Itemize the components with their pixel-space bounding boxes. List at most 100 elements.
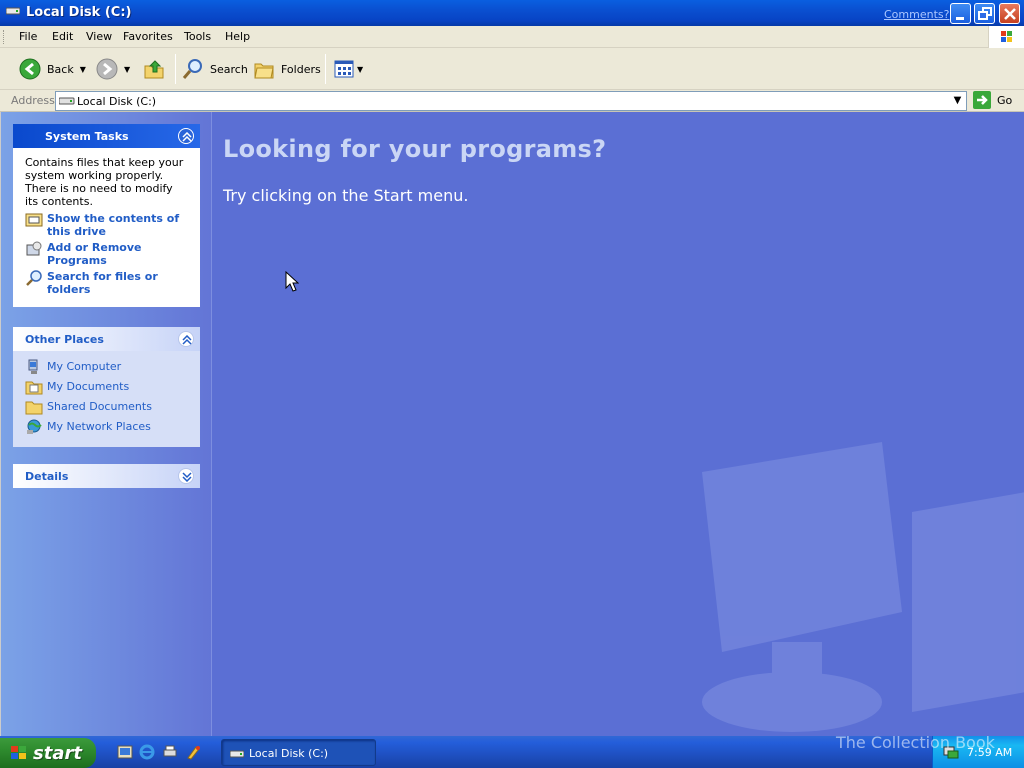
address-label: Address [11, 94, 55, 107]
page-subheading: Try clicking on the Start menu. [223, 186, 469, 205]
address-input[interactable]: Local Disk (C:) ▼ [55, 91, 967, 111]
system-tasks-title: System Tasks [45, 130, 129, 143]
folders-icon [254, 63, 274, 79]
minimize-button[interactable] [950, 3, 971, 24]
my-network-places-icon [27, 419, 42, 434]
folders-button[interactable]: Folders [253, 56, 321, 82]
menu-bar: File Edit View Favorites Tools Help [0, 26, 1024, 48]
address-value: Local Disk (C:) [77, 95, 157, 108]
restore-button[interactable] [974, 3, 995, 24]
task-pane: System Tasks Contains files that keep yo… [1, 112, 211, 736]
back-dropdown-icon[interactable]: ▼ [80, 65, 86, 74]
drive-icon [6, 7, 20, 15]
close-button[interactable] [999, 3, 1020, 24]
my-network-places-link[interactable]: My Network Places [25, 419, 188, 435]
close-icon [1004, 8, 1016, 20]
my-computer-icon [28, 359, 38, 374]
address-dropdown-icon[interactable]: ▼ [949, 92, 966, 110]
system-tasks-header[interactable]: System Tasks [13, 124, 200, 148]
shared-documents-icon [25, 401, 43, 415]
my-documents-label: My Documents [47, 380, 130, 393]
shared-documents-label: Shared Documents [47, 400, 152, 413]
paint-icon[interactable] [186, 744, 202, 760]
details-title: Details [25, 470, 69, 483]
taskbar-item-label: Local Disk (C:) [249, 747, 329, 760]
menu-file[interactable]: File [19, 30, 37, 43]
windows-logo-icon [988, 26, 1024, 48]
expand-chevron-icon[interactable] [178, 468, 194, 484]
menu-favorites[interactable]: Favorites [123, 30, 173, 43]
main-area: System Tasks Contains files that keep yo… [0, 112, 1024, 736]
collapse-chevron-icon[interactable] [178, 128, 194, 144]
views-button[interactable]: ▼ [333, 56, 363, 82]
other-places-panel: Other Places My Computer My Documents Sh… [13, 327, 200, 447]
search-files-label: Search for files or folders [47, 270, 158, 296]
back-button[interactable]: Back ▼ [19, 56, 86, 82]
views-icon [334, 60, 354, 78]
other-places-title: Other Places [25, 333, 104, 346]
window-title: Local Disk (C:) [26, 5, 132, 20]
drive-icon [230, 750, 244, 758]
details-header[interactable]: Details [13, 464, 200, 488]
my-network-places-label: My Network Places [47, 420, 151, 433]
my-documents-icon [25, 381, 43, 395]
taskbar-item-local-disk[interactable]: Local Disk (C:) [221, 739, 376, 766]
internet-explorer-icon[interactable] [139, 744, 155, 760]
start-label: start [33, 743, 82, 764]
my-documents-link[interactable]: My Documents [25, 379, 188, 395]
page-heading: Looking for your programs? [223, 135, 607, 163]
comments-link[interactable]: Comments? [884, 8, 949, 21]
go-arrow-icon [973, 91, 991, 109]
title-bar[interactable]: Local Disk (C:) Comments? [0, 0, 1024, 26]
menu-view[interactable]: View [86, 30, 112, 43]
start-button[interactable]: start [0, 738, 96, 768]
computer-watermark-icon [702, 442, 1024, 732]
forward-dropdown-icon[interactable]: ▼ [124, 65, 130, 74]
search-label: Search [210, 62, 248, 76]
search-files-link[interactable]: Search for files or folders [25, 270, 188, 296]
up-folder-button[interactable] [143, 56, 165, 82]
menubar-grip[interactable] [3, 30, 6, 44]
system-tasks-panel: System Tasks Contains files that keep yo… [13, 124, 200, 307]
address-bar: Address Local Disk (C:) ▼ Go [0, 90, 1024, 112]
collapse-chevron-icon[interactable] [178, 331, 194, 347]
add-remove-programs-icon [26, 241, 42, 256]
search-button[interactable]: Search [182, 56, 248, 82]
content-pane: Looking for your programs? Try clicking … [211, 112, 1024, 736]
printer-icon[interactable] [162, 744, 178, 760]
windows-logo-icon [11, 746, 26, 759]
add-remove-programs-link[interactable]: Add or Remove Programs [25, 241, 188, 267]
minimize-icon [956, 17, 964, 20]
system-tasks-body: Contains files that keep your system wor… [13, 148, 200, 307]
add-remove-programs-label: Add or Remove Programs [47, 241, 142, 267]
search-icon [26, 270, 42, 286]
my-computer-label: My Computer [47, 360, 122, 373]
menu-edit[interactable]: Edit [52, 30, 73, 43]
up-folder-icon [144, 60, 164, 79]
other-places-header[interactable]: Other Places [13, 327, 200, 351]
menu-help[interactable]: Help [225, 30, 250, 43]
go-label: Go [997, 93, 1013, 107]
system-tasks-icon [21, 127, 41, 145]
my-computer-link[interactable]: My Computer [25, 359, 188, 375]
watermark-text: The Collection Book [836, 733, 995, 752]
restore-icon [978, 7, 992, 20]
show-contents-icon [25, 213, 43, 227]
show-contents-label: Show the contents of this drive [47, 212, 180, 238]
details-panel: Details [13, 464, 200, 488]
menu-tools[interactable]: Tools [184, 30, 211, 43]
forward-button[interactable]: ▼ [96, 56, 130, 82]
search-icon [182, 59, 202, 79]
back-label: Back [47, 62, 74, 76]
forward-arrow-icon [96, 58, 118, 80]
standard-toolbar: Back ▼ ▼ Search Folders ▼ [0, 48, 1024, 90]
system-tasks-description: Contains files that keep your system wor… [25, 156, 184, 208]
views-dropdown-icon[interactable]: ▼ [357, 65, 363, 74]
go-button[interactable]: Go [973, 91, 1012, 109]
other-places-body: My Computer My Documents Shared Document… [13, 351, 200, 447]
drive-icon [59, 97, 75, 105]
shared-documents-link[interactable]: Shared Documents [25, 399, 188, 415]
folders-label: Folders [281, 62, 321, 76]
show-contents-link[interactable]: Show the contents of this drive [25, 212, 188, 238]
quicklaunch-desktop-icon[interactable] [117, 744, 133, 760]
